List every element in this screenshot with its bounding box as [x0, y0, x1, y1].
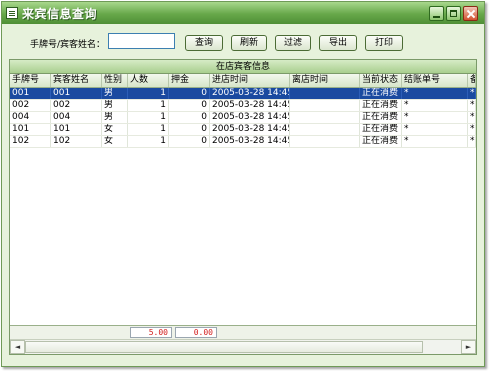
scroll-left-icon[interactable]: ◄ [10, 340, 25, 354]
cell-deposit: 0 [169, 88, 210, 99]
grid-caption: 在店宾客信息 [10, 60, 476, 74]
cell-bill-no: * [402, 100, 468, 111]
col-header-tag-no[interactable]: 手牌号 [10, 74, 51, 87]
cell-remark: * [470, 100, 476, 111]
cell-tag-no: 002 [10, 100, 51, 111]
cell-remark: * [470, 124, 476, 135]
cell-deposit: 0 [169, 100, 210, 111]
cell-guest-name: 102 [51, 136, 102, 147]
total-deposit: 0.00 [175, 327, 217, 338]
print-button[interactable]: 打印 [365, 35, 403, 51]
cell-remark: * [470, 88, 476, 99]
cell-status: 正在消费 [360, 112, 402, 123]
cell-gender: 男 [102, 112, 128, 123]
col-header-deposit[interactable]: 押金 [169, 74, 210, 87]
cell-bill-no: * [402, 136, 468, 147]
horizontal-scrollbar[interactable]: ◄ ► [10, 339, 476, 354]
table-row[interactable]: 004 004 男 1 0 2005-03-28 14:45: 正在消费 * * [10, 112, 476, 124]
search-input[interactable] [108, 33, 175, 49]
cell-deposit: 0 [169, 124, 210, 135]
cell-people: 1 [128, 124, 169, 135]
table-row[interactable]: 101 101 女 1 0 2005-03-28 14:45: 正在消费 * * [10, 124, 476, 136]
grid-header: 手牌号 宾客姓名 性别 人数 押金 进店时间 离店时间 当前状态 结账单号 备 [10, 74, 476, 88]
cell-gender: 男 [102, 100, 128, 111]
guest-query-window: 来宾信息查询 手牌号/宾客姓名： 查询 刷新 过滤 导出 打印 在店宾客信息 手… [1, 1, 485, 367]
export-button[interactable]: 导出 [319, 35, 357, 51]
cell-gender: 女 [102, 124, 128, 135]
totals-footer: 5.00 0.00 [10, 325, 476, 339]
cell-gender: 女 [102, 136, 128, 147]
scroll-right-icon[interactable]: ► [461, 340, 476, 354]
app-icon [6, 7, 18, 19]
col-header-check-in[interactable]: 进店时间 [210, 74, 290, 87]
cell-gender: 男 [102, 88, 128, 99]
search-label: 手牌号/宾客姓名： [30, 40, 106, 50]
cell-check-out [290, 88, 360, 99]
cell-tag-no: 004 [10, 112, 51, 123]
col-header-status[interactable]: 当前状态 [360, 74, 402, 87]
minimize-button[interactable] [429, 6, 444, 21]
title-bar[interactable]: 来宾信息查询 [2, 2, 484, 24]
cell-check-out [290, 124, 360, 135]
col-header-bill-no[interactable]: 结账单号 [402, 74, 468, 87]
table-row[interactable]: 002 002 男 1 0 2005-03-28 14:45: 正在消费 * * [10, 100, 476, 112]
cell-status: 正在消费 [360, 100, 402, 111]
cell-guest-name: 004 [51, 112, 102, 123]
table-row[interactable]: 102 102 女 1 0 2005-03-28 14:45: 正在消费 * * [10, 136, 476, 148]
cell-remark: * [470, 136, 476, 147]
cell-guest-name: 101 [51, 124, 102, 135]
query-button[interactable]: 查询 [185, 35, 223, 51]
filter-button[interactable]: 过滤 [275, 35, 311, 51]
refresh-button[interactable]: 刷新 [231, 35, 267, 51]
col-header-guest-name[interactable]: 宾客姓名 [51, 74, 102, 87]
cell-check-in: 2005-03-28 14:45: [212, 100, 290, 111]
col-header-check-out[interactable]: 离店时间 [290, 74, 360, 87]
close-button[interactable] [463, 6, 478, 21]
cell-check-in: 2005-03-28 14:45: [212, 112, 290, 123]
cell-bill-no: * [402, 112, 468, 123]
cell-status: 正在消费 [360, 124, 402, 135]
cell-check-in: 2005-03-28 14:45: [212, 136, 290, 147]
col-header-people[interactable]: 人数 [128, 74, 169, 87]
cell-check-out [290, 112, 360, 123]
cell-bill-no: * [402, 124, 468, 135]
cell-people: 1 [128, 88, 169, 99]
cell-tag-no: 101 [10, 124, 51, 135]
cell-status: 正在消费 [360, 136, 402, 147]
col-header-remark[interactable]: 备 [468, 74, 476, 87]
cell-deposit: 0 [169, 136, 210, 147]
cell-tag-no: 001 [10, 88, 51, 99]
cell-people: 1 [128, 136, 169, 147]
cell-deposit: 0 [169, 112, 210, 123]
window-title: 来宾信息查询 [22, 7, 98, 21]
scroll-thumb[interactable] [25, 341, 423, 353]
cell-status: 正在消费 [360, 88, 402, 99]
total-people: 5.00 [130, 327, 172, 338]
maximize-button[interactable] [446, 6, 461, 21]
cell-remark: * [470, 112, 476, 123]
cell-tag-no: 102 [10, 136, 51, 147]
guest-grid: 在店宾客信息 手牌号 宾客姓名 性别 人数 押金 进店时间 离店时间 当前状态 … [9, 59, 477, 355]
cell-guest-name: 002 [51, 100, 102, 111]
col-header-gender[interactable]: 性别 [102, 74, 128, 87]
cell-check-in: 2005-03-28 14:45: [212, 88, 290, 99]
cell-check-out [290, 100, 360, 111]
cell-people: 1 [128, 112, 169, 123]
cell-guest-name: 001 [51, 88, 102, 99]
cell-check-out [290, 136, 360, 147]
cell-bill-no: * [402, 88, 468, 99]
cell-people: 1 [128, 100, 169, 111]
table-row[interactable]: 001 001 男 1 0 2005-03-28 14:45: 正在消费 * * [10, 88, 476, 100]
cell-check-in: 2005-03-28 14:45: [212, 124, 290, 135]
